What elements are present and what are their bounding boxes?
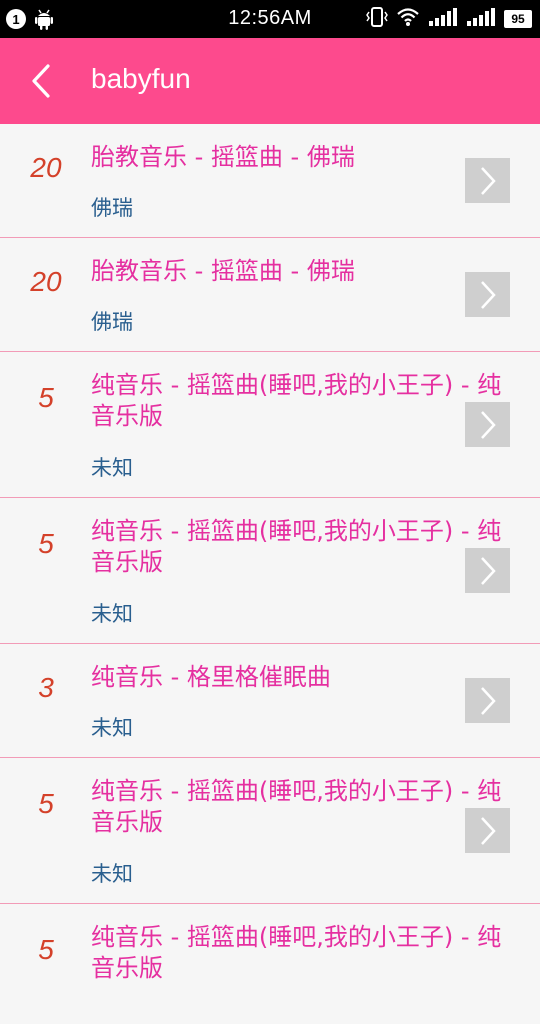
list-item[interactable]: 20 胎教音乐 - 摇篮曲 - 佛瑞 佛瑞 xyxy=(0,238,540,352)
chevron-right-icon xyxy=(480,556,496,585)
song-title: 纯音乐 - 格里格催眠曲 xyxy=(91,663,331,691)
chevron-right-icon xyxy=(480,410,496,439)
song-artist: 未知 xyxy=(91,862,133,886)
chevron-right-icon xyxy=(480,686,496,715)
play-count: 5 xyxy=(38,528,54,559)
list-item[interactable]: 5 纯音乐 - 摇篮曲(睡吧,我的小王子) - 纯音乐版 未知 xyxy=(0,498,540,644)
song-title: 胎教音乐 - 摇篮曲 - 佛瑞 xyxy=(91,143,355,171)
page-title: babyfun xyxy=(91,63,191,94)
app-bar: babyfun xyxy=(0,38,540,124)
open-item-button[interactable] xyxy=(465,548,510,593)
play-count: 3 xyxy=(38,672,54,703)
song-title: 胎教音乐 - 摇篮曲 - 佛瑞 xyxy=(91,257,355,285)
vibrate-icon xyxy=(366,6,388,32)
song-title: 纯音乐 - 摇篮曲(睡吧,我的小王子) - 纯音乐版 xyxy=(91,371,502,430)
signal-icon-sim2 xyxy=(466,7,496,31)
open-item-button[interactable] xyxy=(465,808,510,853)
play-count: 5 xyxy=(38,382,54,413)
play-count: 5 xyxy=(38,934,54,965)
open-item-button[interactable] xyxy=(465,158,510,203)
battery-icon: 95 xyxy=(504,10,532,28)
song-title: 纯音乐 - 摇篮曲(睡吧,我的小王子) - 纯音乐版 xyxy=(91,777,502,836)
open-item-button[interactable] xyxy=(465,272,510,317)
song-title: 纯音乐 - 摇篮曲(睡吧,我的小王子) - 纯音乐版 xyxy=(91,923,502,982)
chevron-right-icon xyxy=(480,816,496,845)
song-title: 纯音乐 - 摇篮曲(睡吧,我的小王子) - 纯音乐版 xyxy=(91,517,502,576)
play-count: 20 xyxy=(30,266,62,297)
list-item[interactable]: 5 纯音乐 - 摇篮曲(睡吧,我的小王子) - 纯音乐版 xyxy=(0,904,540,1024)
open-item-button[interactable] xyxy=(465,402,510,447)
chevron-left-icon xyxy=(32,64,50,98)
status-bar: 1 12:56AM 95 xyxy=(0,0,540,38)
list-item[interactable]: 5 纯音乐 - 摇篮曲(睡吧,我的小王子) - 纯音乐版 未知 xyxy=(0,758,540,904)
song-list: 20 胎教音乐 - 摇篮曲 - 佛瑞 佛瑞 20 胎教音乐 - 摇篮曲 - 佛瑞… xyxy=(0,124,540,1024)
play-count: 5 xyxy=(38,788,54,819)
back-button[interactable] xyxy=(24,58,64,104)
chevron-right-icon xyxy=(480,166,496,195)
list-item[interactable]: 20 胎教音乐 - 摇篮曲 - 佛瑞 佛瑞 xyxy=(0,124,540,238)
wifi-icon xyxy=(396,7,420,31)
play-count: 20 xyxy=(30,152,62,183)
song-artist: 佛瑞 xyxy=(91,196,133,220)
list-item[interactable]: 3 纯音乐 - 格里格催眠曲 未知 xyxy=(0,644,540,758)
song-artist: 佛瑞 xyxy=(91,310,133,334)
list-item[interactable]: 5 纯音乐 - 摇篮曲(睡吧,我的小王子) - 纯音乐版 未知 xyxy=(0,352,540,498)
chevron-right-icon xyxy=(480,280,496,309)
song-artist: 未知 xyxy=(91,602,133,626)
song-artist: 未知 xyxy=(91,456,133,480)
open-item-button[interactable] xyxy=(465,678,510,723)
song-artist: 未知 xyxy=(91,716,133,740)
signal-icon-sim1 xyxy=(428,7,458,31)
